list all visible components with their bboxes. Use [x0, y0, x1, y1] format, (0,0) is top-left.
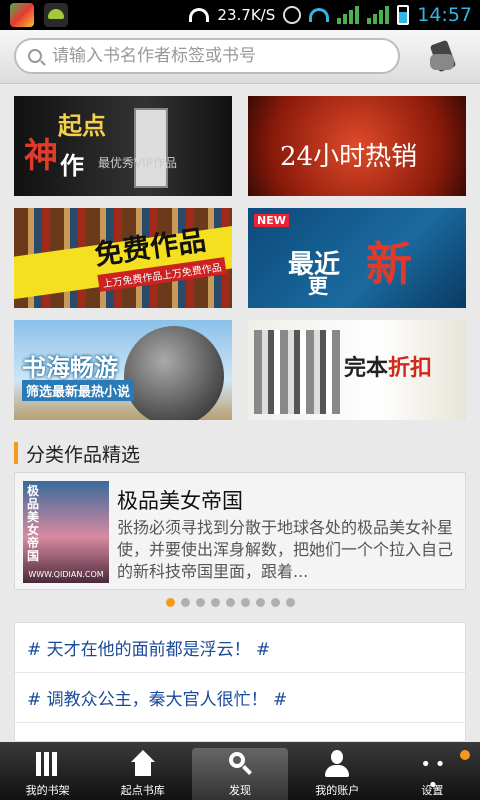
bookshelf-icon — [33, 750, 63, 778]
alarm-icon — [283, 6, 302, 24]
carousel-pager — [166, 598, 295, 607]
battery-icon — [397, 5, 410, 25]
tab-label: 发现 — [229, 784, 251, 797]
banner-text-highlight: 折扣 — [388, 356, 433, 381]
banner-subtitle: 筛选最新最热小说 — [22, 380, 135, 401]
tab-account[interactable]: 我的账户 — [290, 742, 385, 800]
cover-site: WWW.QIDIAN.COM — [28, 570, 104, 579]
account-icon — [322, 750, 352, 778]
banner-text: 神 — [24, 136, 58, 176]
topic-list: # 天才在他的面前都是浮云！ # # 调教众公主，秦大官人很忙！ # — [14, 622, 466, 742]
search-input[interactable] — [52, 46, 372, 66]
notification-icons — [10, 3, 68, 27]
wifi-signal-icon — [309, 8, 330, 22]
banner-browse-books[interactable]: 书海畅游 筛选最新最热小说 — [14, 320, 232, 420]
banner-text-part: 完本 — [344, 356, 389, 381]
pager-dot[interactable] — [286, 598, 295, 607]
more-icon — [417, 750, 447, 796]
banner-text: 更 — [308, 274, 328, 298]
pager-dot[interactable] — [196, 598, 205, 607]
status-bar: 23.7K/S 14:57 — [0, 0, 480, 30]
pager-dot[interactable] — [256, 598, 265, 607]
network-speed: 23.7K/S — [217, 6, 276, 24]
bottom-tab-bar: 我的书架 起点书库 发现 我的账户 设置 — [0, 742, 480, 800]
banner-text: 24小时热销 — [280, 142, 418, 172]
book-description: 张扬必须寻找到分散于地球各处的极品美女补星使，并要使出浑身解数，把她们一个个拉入… — [117, 518, 454, 581]
section-accent-bar — [14, 442, 18, 464]
featured-book-card[interactable]: 极品美女帝国 WWW.QIDIAN.COM 极品美女帝国 张扬必须寻找到分散于地… — [14, 472, 466, 590]
maps-notification-icon — [10, 3, 34, 27]
tab-settings[interactable]: 设置 — [385, 742, 480, 800]
banner-24h-bestsellers[interactable]: 24小时热销 — [248, 96, 466, 196]
new-badge: NEW — [254, 214, 289, 227]
section-header: 分类作品精选 — [14, 440, 140, 466]
pager-dot[interactable] — [241, 598, 250, 607]
topic-item[interactable]: # 天才在他的面前都是浮云！ # — [15, 623, 465, 673]
pager-dot[interactable] — [226, 598, 235, 607]
book-cover: 极品美女帝国 WWW.QIDIAN.COM — [23, 481, 109, 583]
banner-free-works[interactable]: 免费作品 上万免费作品上万免费作品 — [14, 208, 232, 308]
banner-vip-works[interactable]: 神 起点 作 最优秀VIP作品 — [14, 96, 232, 196]
banner-subtitle: 最优秀VIP作品 — [98, 156, 177, 170]
banner-text: 书海畅游 — [22, 354, 118, 382]
discover-icon — [225, 750, 255, 778]
tab-discover[interactable]: 发现 — [192, 748, 288, 800]
notification-badge — [460, 750, 471, 760]
pager-dot[interactable] — [166, 598, 175, 607]
search-icon — [28, 49, 42, 63]
tab-label: 我的书架 — [25, 784, 70, 797]
pager-dot[interactable] — [271, 598, 280, 607]
banner-text: 起点 — [58, 112, 106, 140]
pager-dot[interactable] — [211, 598, 220, 607]
tab-label: 起点书库 — [120, 784, 165, 797]
banner-text: 作 — [60, 152, 84, 180]
mobile-signal-2-icon — [367, 6, 390, 24]
banner-recently-updated[interactable]: NEW 最近 更 新 — [248, 208, 466, 308]
mobile-signal-icon — [337, 6, 360, 24]
status-icons: 23.7K/S 14:57 — [189, 0, 472, 30]
pager-dot[interactable] — [181, 598, 190, 607]
cover-title: 极品美女帝国 — [27, 484, 40, 563]
globe-image — [124, 326, 224, 420]
tab-library[interactable]: 起点书库 — [95, 742, 190, 800]
hand-icon — [430, 54, 454, 70]
book-cover-image — [134, 108, 168, 188]
banner-text: 新 — [366, 237, 412, 291]
banner-completed-discount[interactable]: 完本折扣 — [248, 320, 466, 420]
wifi-icon — [189, 8, 210, 22]
topic-list-more — [15, 723, 465, 741]
section-title: 分类作品精选 — [26, 443, 141, 466]
clock: 14:57 — [417, 4, 472, 26]
topic-item[interactable]: # 调教众公主，秦大官人很忙！ # — [15, 673, 465, 723]
tab-label: 我的账户 — [315, 784, 360, 797]
tab-bookshelf[interactable]: 我的书架 — [0, 742, 95, 800]
android-notification-icon — [44, 3, 68, 27]
books-image — [254, 330, 340, 414]
tab-label: 设置 — [421, 784, 444, 797]
banner-text: 完本折扣 — [344, 350, 432, 382]
book-title: 极品美女帝国 — [117, 489, 243, 513]
home-icon — [128, 750, 158, 778]
search-header — [0, 30, 480, 84]
shake-search-button[interactable] — [424, 39, 464, 74]
search-box[interactable] — [14, 38, 400, 74]
